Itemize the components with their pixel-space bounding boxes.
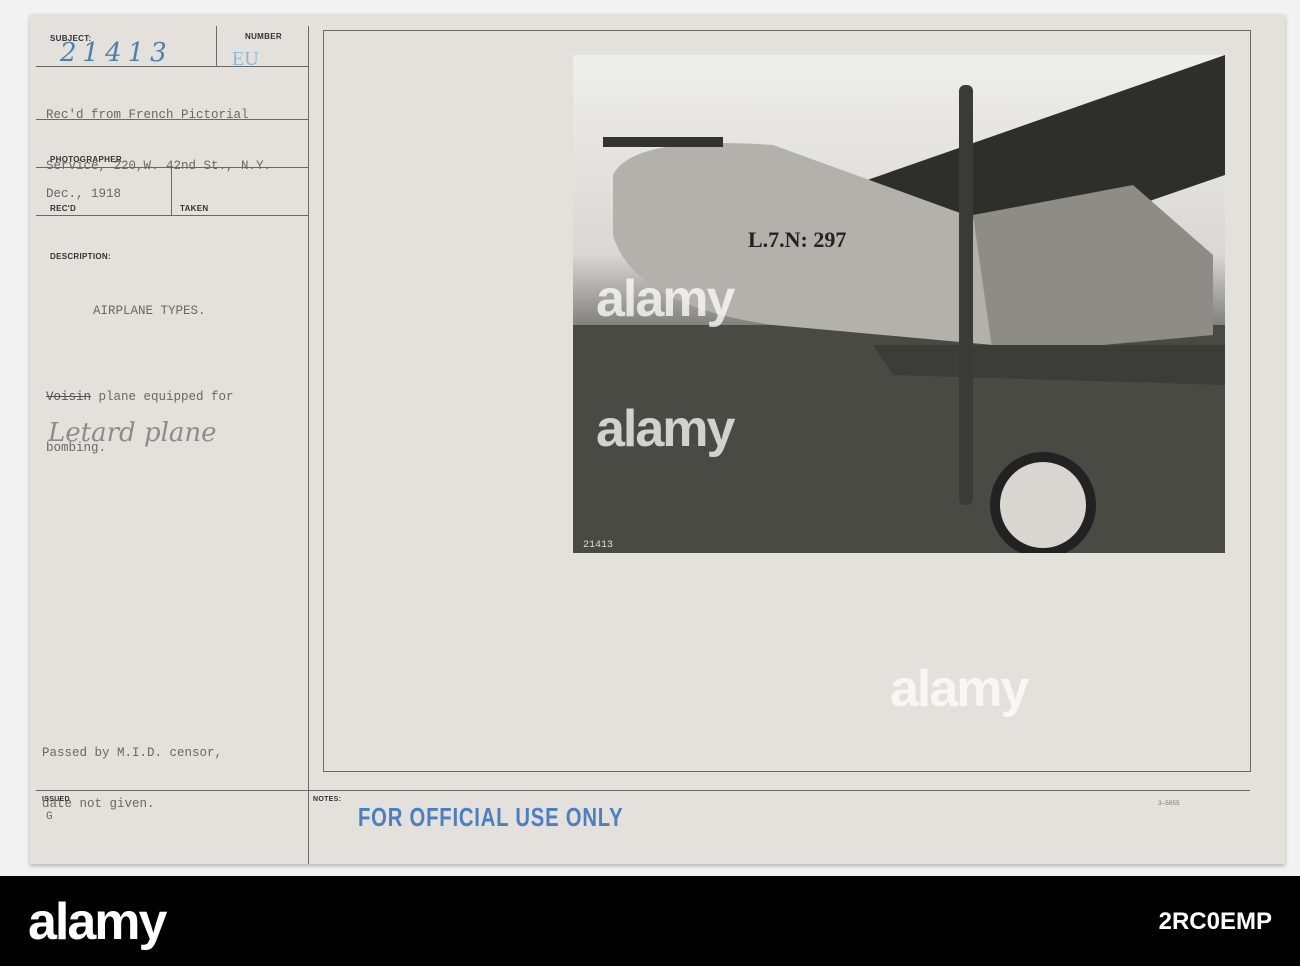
photo-record-card: SUBJECT: 21413 NUMBER EU Rec'd from Fren… [30,14,1285,864]
wheel [990,452,1096,553]
engine [973,185,1213,355]
censor-line: Passed by M.I.D. censor, [42,746,223,760]
issued-value: G [46,811,53,823]
image-id: 2RC0EMP [1158,908,1272,935]
description-line: plane equipped for [91,390,234,404]
struck-word: Voisin [46,390,92,404]
machine-gun [603,137,723,147]
alamy-logo: alamy [28,893,167,951]
official-use-stamp: FOR OFFICIAL USE ONLY [358,802,624,832]
fuselage-marking: L.7.N: 297 [748,227,846,252]
recd-label: REC'D [50,204,77,213]
watermark-logo: alamy [890,660,1029,718]
number-divider [216,26,217,66]
number-label: NUMBER [245,32,282,41]
left-column-divider [308,26,309,864]
taken-label: TAKEN [180,204,209,213]
propeller [959,85,973,505]
issued-label: ISSUED [42,796,70,803]
divider [36,215,308,216]
censor-note: Passed by M.I.D. censor, date not given. [42,711,222,847]
received-date: Dec., 1918 [46,187,122,201]
handwritten-note: Letard plane [48,418,217,448]
description-label: DESCRIPTION: [50,252,111,261]
negative-number: 21413 [583,540,613,551]
received-line: Rec'd from French Pictorial [46,108,249,122]
description-title: AIRPLANE TYPES. [93,304,206,318]
stock-footer: alamy 2RC0EMP [0,876,1300,966]
notes-label: NOTES: [313,796,342,803]
number-stamp: EU [232,48,259,70]
watermark-logo: alamy [596,400,735,458]
subject-number: 21413 [60,38,173,68]
watermark-logo: alamy [596,270,735,328]
photographer-label: PHOTOGRAPHER [50,155,122,164]
form-number: 3—5055 [1158,800,1180,807]
